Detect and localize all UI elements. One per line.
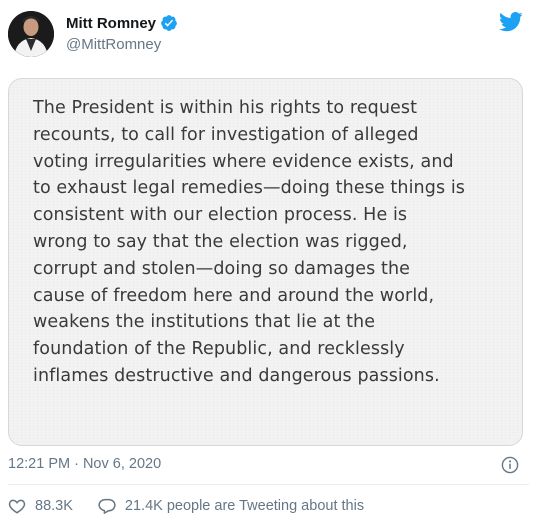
author-name-row: Mitt Romney — [66, 13, 178, 33]
like-count[interactable]: 88.3K — [35, 498, 73, 514]
statement-line: voting irregularities where evidence exi… — [33, 151, 454, 172]
statement-line: weakens the institutions that lie at the — [33, 312, 376, 333]
tweet: Mitt Romney @MittRomney The President is… — [0, 0, 537, 526]
info-icon[interactable] — [501, 456, 519, 474]
speech-bubble-icon[interactable] — [98, 497, 116, 515]
statement-line: cause of freedom here and around the wor… — [33, 285, 435, 306]
tweet-timestamp[interactable]: 12:21 PM · Nov 6, 2020 — [8, 456, 161, 472]
statement-line: consistent with our election process. He… — [33, 205, 408, 226]
avatar[interactable] — [8, 11, 54, 57]
verified-badge-icon — [160, 14, 178, 32]
statement-line: wrong to say that the election was rigge… — [33, 231, 408, 252]
author-block: Mitt Romney @MittRomney — [66, 13, 178, 53]
statement-text: The President is within his rights to re… — [33, 95, 513, 390]
author-handle[interactable]: @MittRomney — [66, 36, 178, 53]
tweet-actions: 88.3K 21.4K people are Tweeting about th… — [8, 497, 364, 515]
statement-line: The President is within his rights to re… — [33, 98, 418, 118]
statement-line: corrupt and stolen—doing so damages the — [33, 258, 411, 279]
author-name[interactable]: Mitt Romney — [66, 15, 156, 32]
heart-icon[interactable] — [8, 497, 26, 515]
divider — [8, 484, 529, 485]
twitter-bird-icon[interactable] — [499, 12, 523, 32]
statement-line: recounts, to call for investigation of a… — [33, 124, 419, 145]
statement-line: inflames destructive and dangerous passi… — [33, 365, 440, 386]
statement-line: to exhaust legal remedies—doing these th… — [33, 178, 466, 199]
tweeting-count[interactable]: 21.4K people are Tweeting about this — [125, 498, 364, 514]
statement-line: foundation of the Republic, and reckless… — [33, 339, 405, 360]
statement-image[interactable]: The President is within his rights to re… — [8, 78, 523, 446]
